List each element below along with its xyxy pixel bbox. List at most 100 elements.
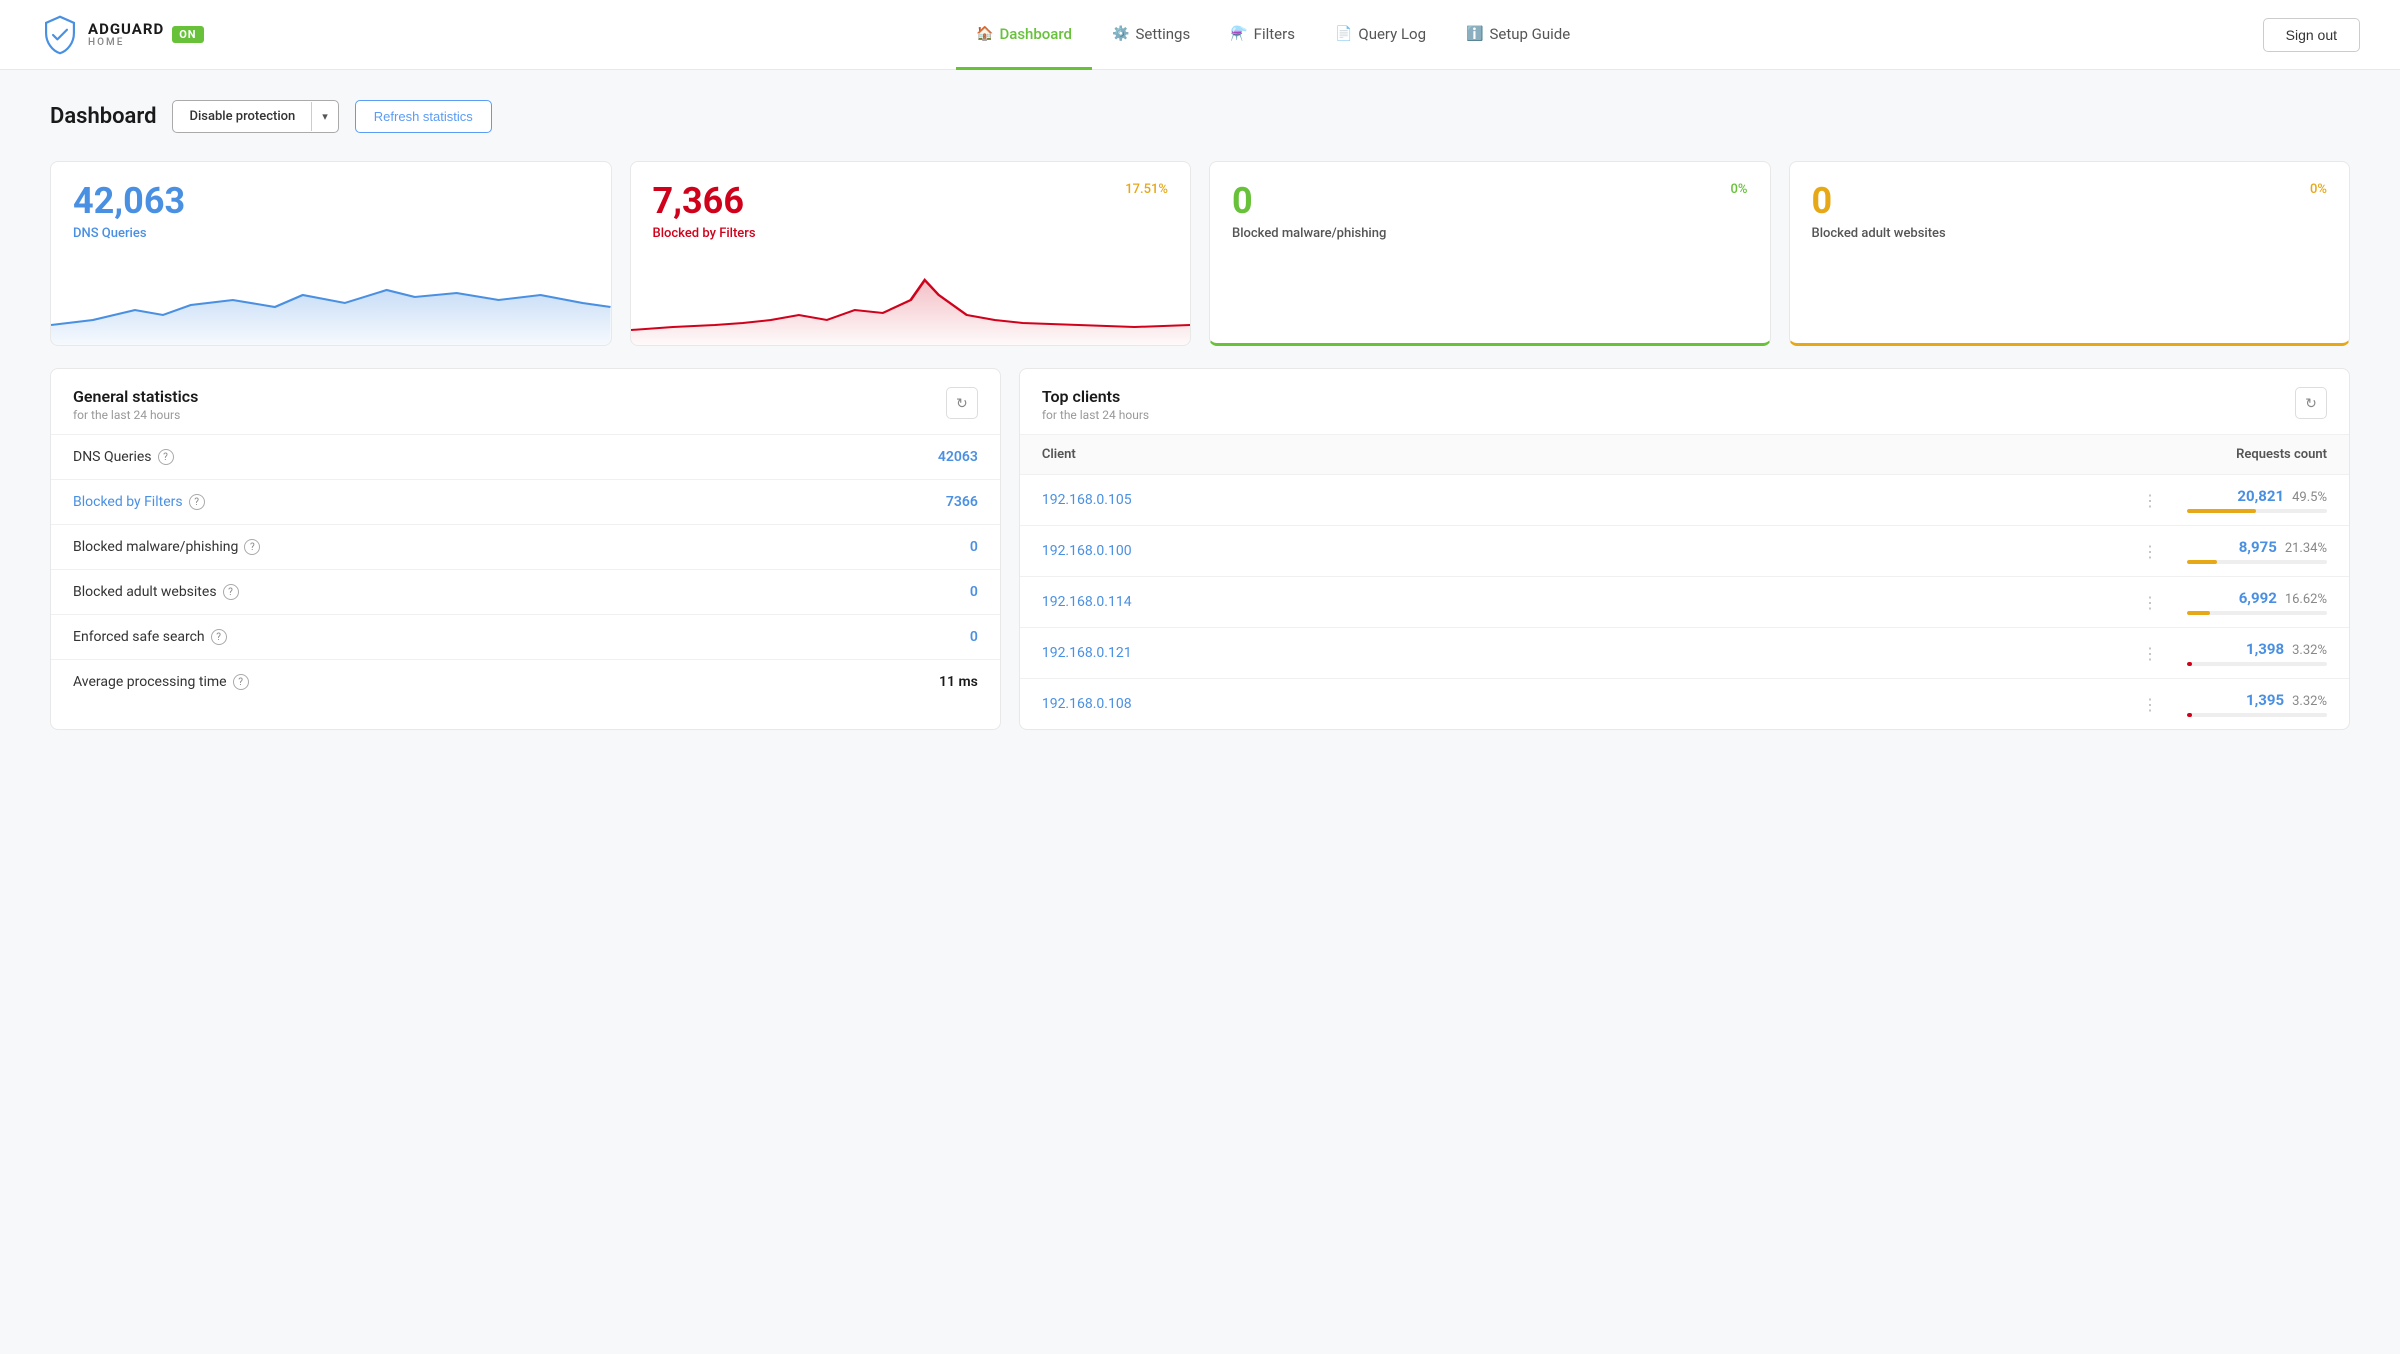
page-header: Dashboard Disable protection ▾ Refresh s… [50, 100, 2350, 133]
nav-item-filters[interactable]: ⚗️ Filters [1210, 1, 1315, 70]
client-ip-1[interactable]: 192.168.0.100 [1042, 543, 2134, 559]
client-req-pct-2: 16.62% [2285, 592, 2327, 607]
blocked-filters-label: Blocked by Filters [653, 226, 756, 241]
disable-protection-label: Disable protection [173, 101, 311, 132]
general-stats-panel: General statistics for the last 24 hours… [50, 368, 1001, 730]
client-req-count-3: 1,398 [2246, 640, 2284, 658]
client-menu-icon-3[interactable]: ⋮ [2134, 644, 2167, 663]
avg-processing-help-icon[interactable]: ? [233, 674, 249, 690]
stats-cards: 42,063 DNS Queries [50, 161, 2350, 346]
blocked-adult-badge: 0% [2310, 182, 2327, 197]
top-clients-refresh-button[interactable]: ↻ [2295, 387, 2327, 419]
client-menu-icon-0[interactable]: ⋮ [2134, 491, 2167, 510]
client-requests-4: 1,395 3.32% [2167, 691, 2327, 717]
stats-row-enforced-safe-search: Enforced safe search ? 0 [51, 615, 1000, 660]
client-ip-2[interactable]: 192.168.0.114 [1042, 594, 2134, 610]
blocked-filters-chart [631, 265, 1191, 345]
blocked-filters-number: 7,366 [653, 182, 756, 222]
client-req-count-2: 6,992 [2239, 589, 2277, 607]
blocked-filters-badge: 17.51% [1125, 182, 1168, 197]
client-req-count-0: 20,821 [2237, 487, 2284, 505]
stats-value-blocked-malware: 0 [970, 539, 978, 555]
general-stats-refresh-button[interactable]: ↻ [946, 387, 978, 419]
stat-card-top: 42,063 DNS Queries [73, 182, 589, 241]
client-requests-0: 20,821 49.5% [2167, 487, 2327, 513]
client-col-header: Client [1042, 447, 2147, 462]
client-req-numbers-0: 20,821 49.5% [2237, 487, 2327, 505]
client-requests-2: 6,992 16.62% [2167, 589, 2327, 615]
client-ip-4[interactable]: 192.168.0.108 [1042, 696, 2134, 712]
client-req-pct-4: 3.32% [2292, 694, 2327, 709]
filters-icon: ⚗️ [1230, 26, 1247, 42]
client-row-4: 192.168.0.108 ⋮ 1,395 3.32% [1020, 679, 2349, 729]
stats-row-blocked-adult: Blocked adult websites ? 0 [51, 570, 1000, 615]
top-clients-subtitle: for the last 24 hours [1042, 408, 1149, 422]
dns-queries-label: DNS Queries [73, 226, 185, 241]
nav-item-query-log[interactable]: 📄 Query Log [1315, 1, 1446, 70]
client-req-pct-3: 3.32% [2292, 643, 2327, 658]
nav-item-dashboard[interactable]: 🏠 Dashboard [956, 1, 1092, 70]
blocked-malware-help-icon[interactable]: ? [244, 539, 260, 555]
blocked-adult-help-icon[interactable]: ? [223, 584, 239, 600]
stats-label-dns-queries: DNS Queries ? [73, 449, 174, 465]
logo-shield-icon [40, 15, 80, 55]
top-clients-panel: Top clients for the last 24 hours ↻ Clie… [1019, 368, 2350, 730]
query-log-icon: 📄 [1335, 26, 1352, 42]
top-clients-title: Top clients [1042, 387, 1149, 406]
refresh-icon: ↻ [2305, 395, 2317, 412]
top-clients-header: Top clients for the last 24 hours ↻ [1020, 369, 2349, 435]
blocked-malware-badge: 0% [1731, 182, 1748, 197]
home-icon: 🏠 [976, 26, 993, 42]
blocked-adult-text: Blocked adult websites [73, 584, 217, 600]
nav-item-settings[interactable]: ⚙️ Settings [1092, 1, 1210, 70]
stats-row-avg-processing: Average processing time ? 11 ms [51, 660, 1000, 704]
stat-card-top: 0 Blocked malware/phishing 0% [1232, 182, 1748, 241]
header: ADGUARD HOME ON 🏠 Dashboard ⚙️ Settings … [0, 0, 2400, 70]
blocked-malware-text: Blocked malware/phishing [73, 539, 238, 555]
dns-queries-number: 42,063 [73, 182, 185, 222]
stats-value-blocked-filters: 7366 [946, 494, 978, 510]
refresh-statistics-button[interactable]: Refresh statistics [355, 100, 492, 133]
client-bar-container-2 [2187, 611, 2327, 615]
dns-queries-chart [51, 265, 611, 345]
stats-row-dns-queries: DNS Queries ? 42063 [51, 435, 1000, 480]
stats-label-enforced-safe-search: Enforced safe search ? [73, 629, 227, 645]
stats-label-blocked-filters[interactable]: Blocked by Filters ? [73, 494, 205, 510]
stats-row-blocked-malware: Blocked malware/phishing ? 0 [51, 525, 1000, 570]
main-nav: 🏠 Dashboard ⚙️ Settings ⚗️ Filters 📄 Que… [284, 0, 2263, 69]
setup-guide-icon: ℹ️ [1466, 26, 1483, 42]
client-bar-container-3 [2187, 662, 2327, 666]
enforced-safe-search-help-icon[interactable]: ? [211, 629, 227, 645]
logo-on-badge: ON [172, 26, 203, 43]
client-requests-1: 8,975 21.34% [2167, 538, 2327, 564]
client-bar-container-0 [2187, 509, 2327, 513]
client-bar-4 [2187, 713, 2192, 717]
sign-out-button[interactable]: Sign out [2263, 18, 2360, 52]
dns-queries-help-icon[interactable]: ? [158, 449, 174, 465]
stats-value-blocked-adult: 0 [970, 584, 978, 600]
nav-label-query-log: Query Log [1358, 25, 1426, 43]
client-menu-icon-2[interactable]: ⋮ [2134, 593, 2167, 612]
blocked-malware-label: Blocked malware/phishing [1232, 226, 1386, 241]
stat-card-top: 0 Blocked adult websites 0% [1812, 182, 2328, 241]
client-req-count-4: 1,395 [2246, 691, 2284, 709]
bottom-panels: General statistics for the last 24 hours… [50, 368, 2350, 730]
client-bar-1 [2187, 560, 2217, 564]
settings-icon: ⚙️ [1112, 26, 1129, 42]
client-ip-3[interactable]: 192.168.0.121 [1042, 645, 2134, 661]
stat-card-blocked-filters: 7,366 Blocked by Filters 17.51% [630, 161, 1192, 346]
enforced-safe-search-text: Enforced safe search [73, 629, 205, 645]
clients-list: 192.168.0.105 ⋮ 20,821 49.5% 192.16 [1020, 475, 2349, 729]
client-menu-icon-1[interactable]: ⋮ [2134, 542, 2167, 561]
stat-info: 7,366 Blocked by Filters [653, 182, 756, 241]
stats-label-blocked-adult: Blocked adult websites ? [73, 584, 239, 600]
blocked-filters-help-icon[interactable]: ? [189, 494, 205, 510]
client-menu-icon-4[interactable]: ⋮ [2134, 695, 2167, 714]
blocked-malware-number: 0 [1232, 182, 1386, 222]
client-ip-0[interactable]: 192.168.0.105 [1042, 492, 2134, 508]
disable-protection-button[interactable]: Disable protection ▾ [172, 100, 338, 133]
nav-item-setup-guide[interactable]: ℹ️ Setup Guide [1446, 1, 1590, 70]
logo-area: ADGUARD HOME ON [40, 15, 204, 55]
stat-info: 0 Blocked malware/phishing [1232, 182, 1386, 241]
client-bar-container-4 [2187, 713, 2327, 717]
